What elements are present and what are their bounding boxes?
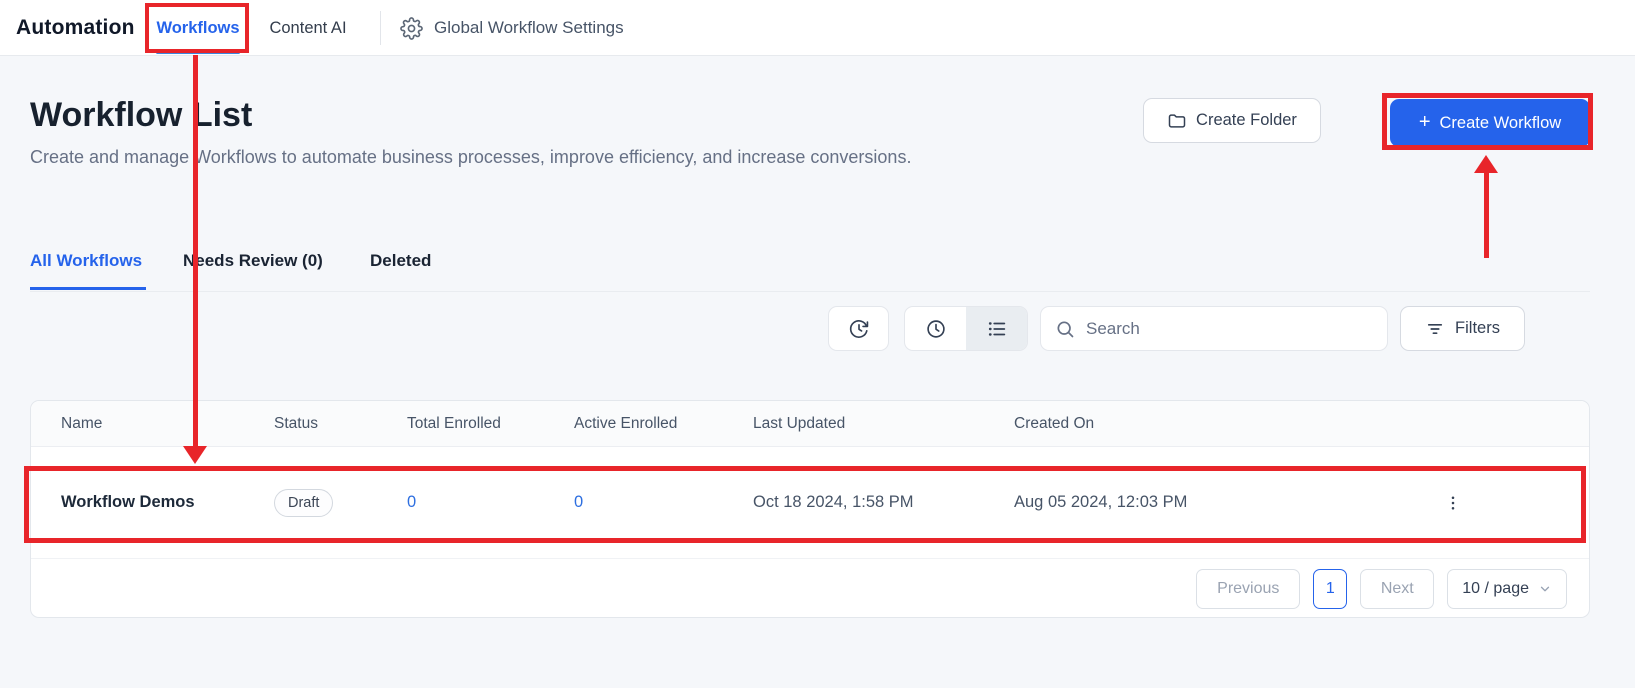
automation-page: Automation Workflows Content AI Global W… <box>0 0 1635 688</box>
table-row[interactable]: Workflow Demos Draft 0 0 Oct 18 2024, 1:… <box>31 447 1589 559</box>
app-title: Automation <box>16 16 135 39</box>
clock-icon <box>925 318 947 340</box>
status-badge: Draft <box>274 488 334 517</box>
enrollment-history-button[interactable] <box>828 306 889 351</box>
column-header-last-updated: Last Updated <box>753 414 846 432</box>
workflow-name[interactable]: Workflow Demos <box>61 493 274 512</box>
column-header-name: Name <box>61 414 103 432</box>
kebab-menu-icon <box>1444 494 1462 512</box>
page-size-select[interactable]: 10 / page <box>1447 568 1567 609</box>
filter-icon <box>1425 319 1445 339</box>
view-mode-toggle <box>904 306 1028 351</box>
page-number-button[interactable]: 1 <box>1313 568 1348 609</box>
search-box <box>1040 306 1388 351</box>
list-view-segment[interactable] <box>966 307 1027 350</box>
topbar-divider <box>380 11 381 45</box>
page-title: Workflow List <box>30 96 253 134</box>
top-tab-workflows[interactable]: Workflows <box>152 0 244 56</box>
top-tab-content-ai[interactable]: Content AI <box>268 0 348 56</box>
global-workflow-settings-link[interactable]: Global Workflow Settings <box>400 0 624 56</box>
view-tab-active-underline <box>30 287 146 290</box>
create-folder-button[interactable]: Create Folder <box>1143 98 1321 143</box>
create-folder-label: Create Folder <box>1196 111 1297 129</box>
search-icon <box>1055 319 1075 339</box>
annotation-arrow-line-to-create <box>1484 172 1489 258</box>
chevron-down-icon <box>1538 582 1552 596</box>
total-enrolled-link[interactable]: 0 <box>407 493 574 512</box>
page-size-label: 10 / page <box>1462 579 1529 597</box>
page-description: Create and manage Workflows to automate … <box>30 147 912 167</box>
list-view-icon <box>986 318 1008 340</box>
history-icon <box>848 318 870 340</box>
created-on-value: Aug 05 2024, 12:03 PM <box>1014 493 1188 511</box>
gear-icon <box>400 16 423 40</box>
filters-button[interactable]: Filters <box>1400 306 1525 351</box>
tab-needs-review[interactable]: Needs Review (0) <box>183 251 323 271</box>
column-header-total-enrolled: Total Enrolled <box>407 414 501 432</box>
plus-icon: + <box>1418 111 1431 133</box>
column-header-active-enrolled: Active Enrolled <box>574 414 678 432</box>
column-header-created-on: Created On <box>1014 414 1095 432</box>
create-workflow-button[interactable]: + Create Workflow <box>1390 99 1590 147</box>
column-header-status: Status <box>274 414 318 432</box>
create-workflow-label: Create Workflow <box>1439 113 1562 132</box>
workflow-table-card: Name Status Total Enrolled Active Enroll… <box>30 400 1590 618</box>
tabs-divider <box>30 291 1590 292</box>
annotation-arrowhead-up <box>1474 155 1498 173</box>
top-navigation-bar: Automation Workflows Content AI Global W… <box>0 0 1635 56</box>
folder-icon <box>1167 111 1187 131</box>
active-tab-underline <box>156 51 240 54</box>
last-updated-value: Oct 18 2024, 1:58 PM <box>753 493 914 511</box>
filters-label: Filters <box>1455 319 1500 337</box>
row-actions-button[interactable] <box>1438 488 1468 518</box>
tab-all-workflows[interactable]: All Workflows <box>30 251 142 271</box>
pagination: Previous 1 Next 10 / page <box>31 559 1589 618</box>
previous-page-button[interactable]: Previous <box>1196 568 1301 609</box>
next-page-button[interactable]: Next <box>1360 568 1435 609</box>
table-header-row: Name Status Total Enrolled Active Enroll… <box>31 401 1589 447</box>
top-tab-workflows-label: Workflows <box>156 18 240 37</box>
global-workflow-settings-label: Global Workflow Settings <box>434 18 624 37</box>
tab-deleted[interactable]: Deleted <box>370 251 431 271</box>
top-tab-content-ai-label: Content AI <box>269 18 347 37</box>
search-input[interactable] <box>1084 317 1373 340</box>
active-enrolled-link[interactable]: 0 <box>574 493 753 512</box>
recent-view-segment[interactable] <box>905 307 966 350</box>
